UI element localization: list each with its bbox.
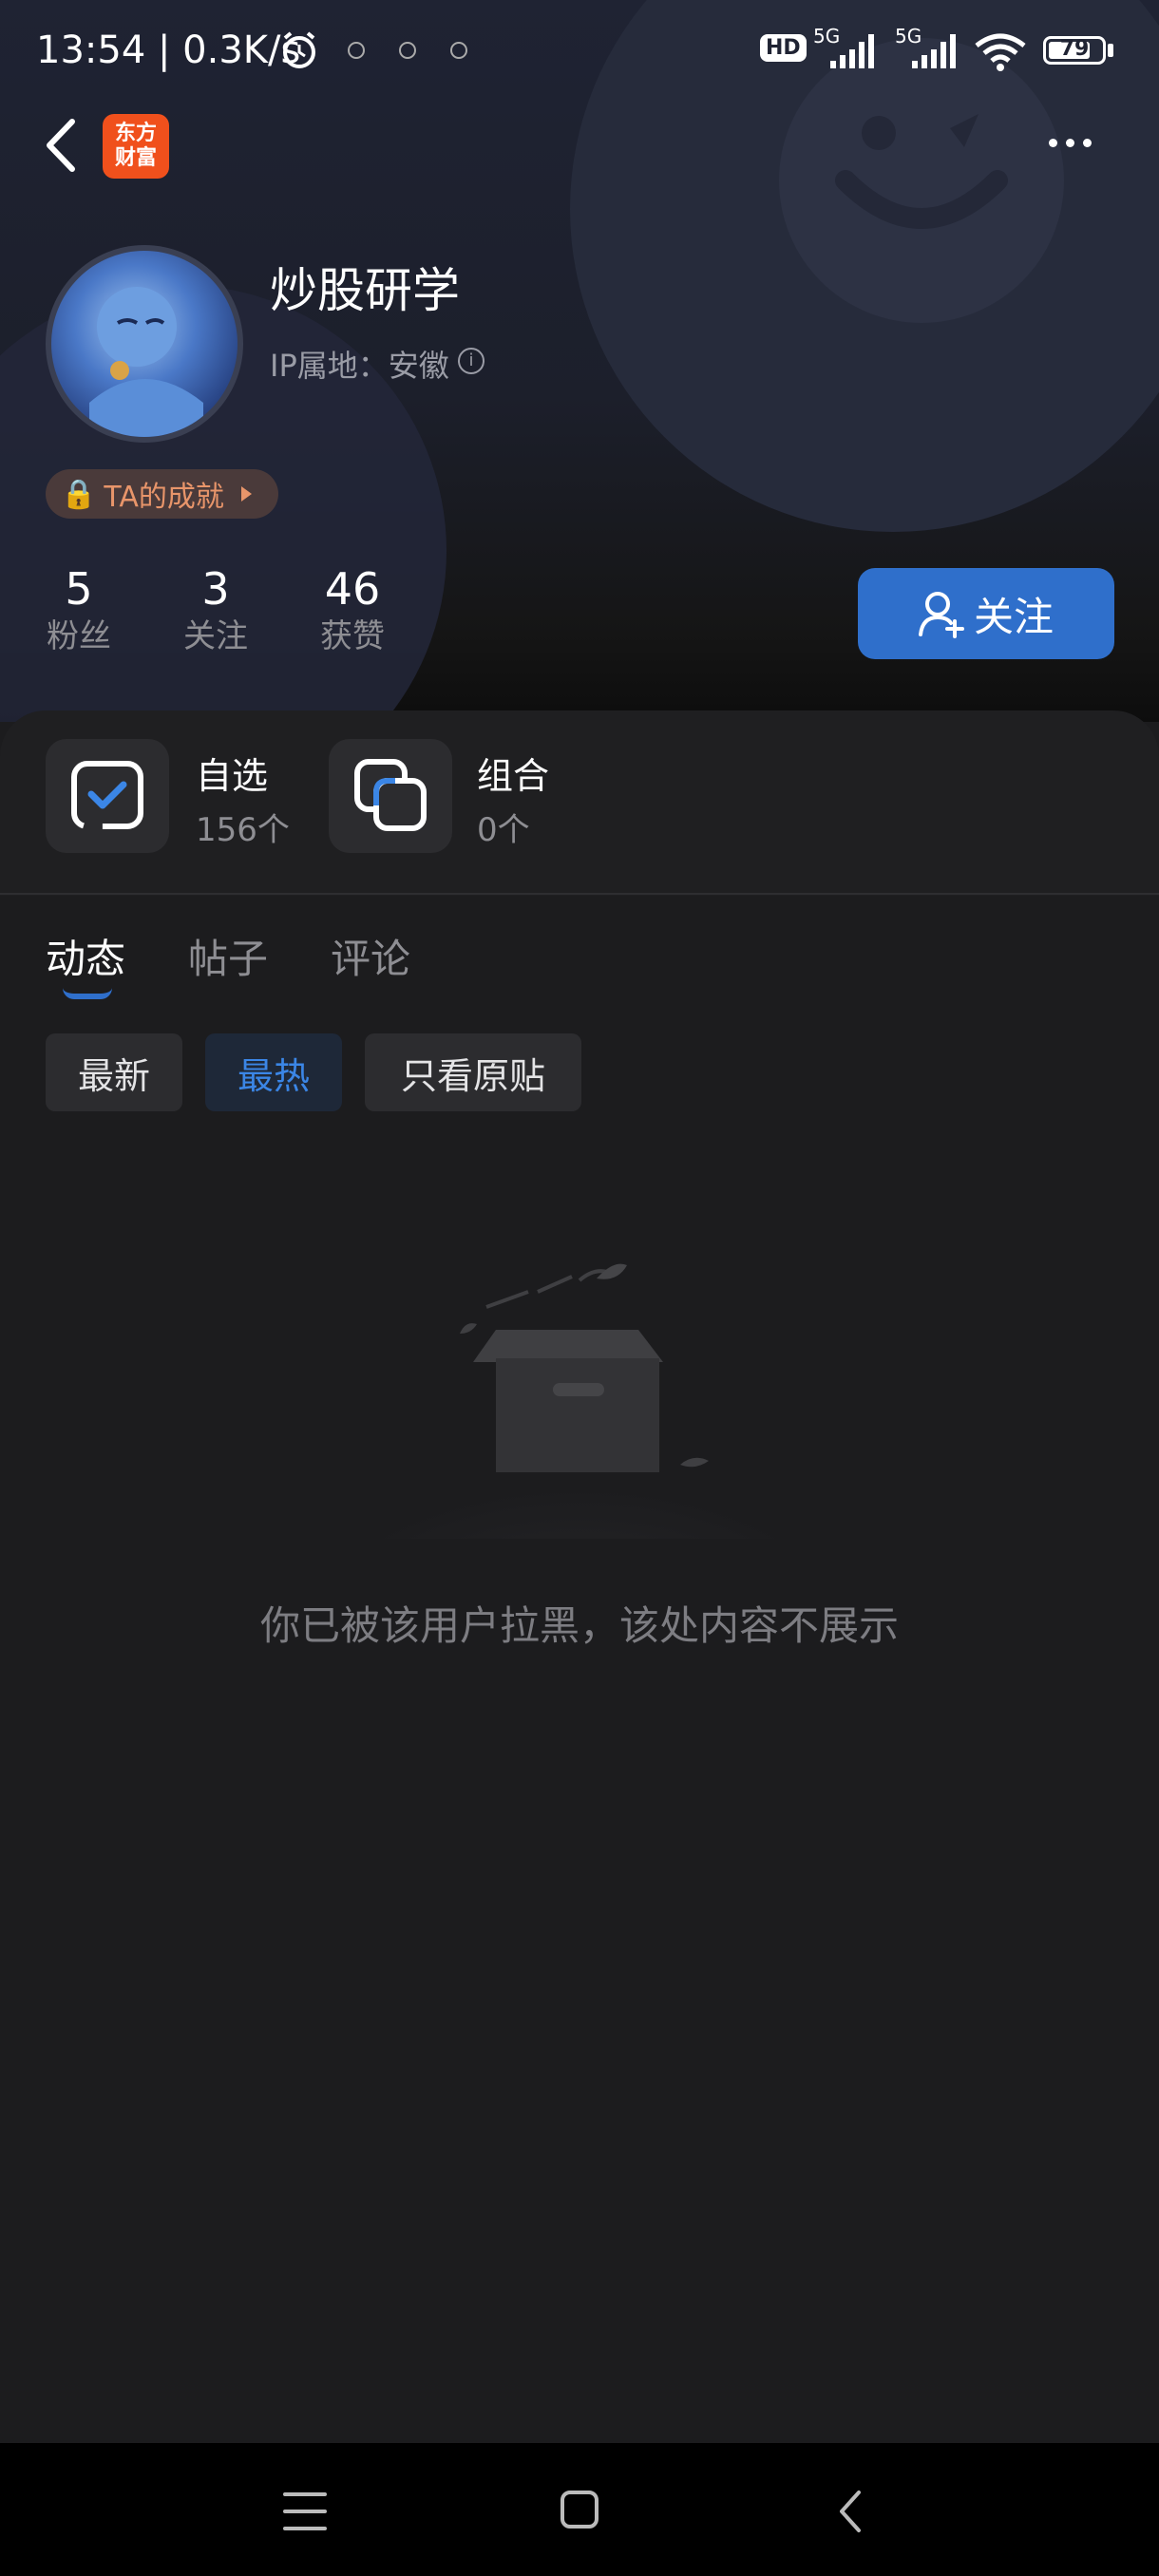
ip-location: IP属地：安徽 (270, 348, 449, 384)
watchlist-check-icon (71, 761, 143, 829)
more-dots-icon (1049, 139, 1057, 147)
battery-cap (1108, 44, 1113, 57)
alarm-icon (283, 31, 315, 68)
user-nickname: 炒股研学 (270, 263, 460, 318)
avatar[interactable] (46, 245, 243, 443)
avatar-illustration (89, 287, 203, 437)
battery-percent: 79 (1059, 37, 1090, 61)
menu-icon[interactable] (283, 2491, 327, 2532)
stat-label: 粉丝 (47, 617, 111, 655)
signal-icon (912, 34, 956, 68)
stat-following[interactable]: 3 关注 (182, 562, 249, 657)
tab-comments[interactable]: 评论 (331, 927, 410, 985)
follow-label: 关注 (973, 593, 1054, 640)
wifi-icon (975, 33, 1026, 71)
app-logo[interactable]: 东方 财富 (103, 114, 169, 179)
status-bar: 13:54 | 0.3K/s HD 5G 5G 79 (0, 0, 1159, 104)
home-icon[interactable] (559, 2489, 600, 2530)
back-nav-icon[interactable] (836, 2489, 864, 2534)
signal-icon (830, 34, 874, 68)
status-time: 13:54 | 0.3K/s (36, 28, 301, 72)
follow-button[interactable]: 关注 (858, 568, 1114, 659)
avatar-image (51, 251, 238, 437)
stat-likes: 46 获赞 (319, 562, 386, 657)
stat-label: 关注 (183, 617, 248, 655)
tab-dynamics[interactable]: 动态 (46, 927, 125, 985)
notification-icon (399, 42, 416, 59)
notification-icon (450, 42, 467, 59)
portfolio-title[interactable]: 组合 (477, 747, 549, 799)
stat-value: 46 (324, 563, 381, 615)
info-icon[interactable]: i (458, 348, 484, 374)
empty-box-illustration (361, 1263, 798, 1539)
add-user-icon (918, 592, 964, 638)
play-arrow-icon (240, 486, 252, 502)
stat-value: 3 (201, 563, 230, 615)
lock-icon: 🔒 (61, 477, 97, 511)
hd-voice-icon: HD (760, 34, 807, 62)
blocked-message: 你已被该用户拉黑，该处内容不展示 (259, 1602, 899, 1649)
stat-value: 5 (65, 563, 93, 615)
watchlist-count: 156个 (196, 811, 290, 849)
achievement-button[interactable]: 🔒 TA的成就 (46, 469, 278, 519)
filter-original-only[interactable]: 只看原贴 (365, 1033, 581, 1111)
filter-hottest[interactable]: 最热 (205, 1033, 342, 1111)
watchlist-title[interactable]: 自选 (196, 747, 268, 799)
assets-card (0, 710, 1159, 896)
battery-icon: 79 (1043, 36, 1106, 65)
portfolio-icon (354, 759, 427, 831)
filter-latest[interactable]: 最新 (46, 1033, 182, 1111)
notification-icon (348, 42, 365, 59)
more-options-button[interactable] (1049, 133, 1106, 161)
stat-fans[interactable]: 5 粉丝 (46, 562, 112, 657)
achievement-label: TA的成就 (104, 481, 224, 514)
portfolio-button[interactable] (329, 739, 452, 853)
stat-label: 获赞 (320, 617, 385, 655)
tab-active-indicator (63, 988, 112, 999)
portfolio-count: 0个 (477, 811, 530, 849)
divider (0, 893, 1159, 895)
back-button[interactable] (38, 112, 86, 179)
tab-posts[interactable]: 帖子 (188, 927, 268, 985)
watchlist-button[interactable] (46, 739, 169, 853)
system-nav-bar (0, 2443, 1159, 2576)
chevron-left-icon (47, 119, 75, 172)
